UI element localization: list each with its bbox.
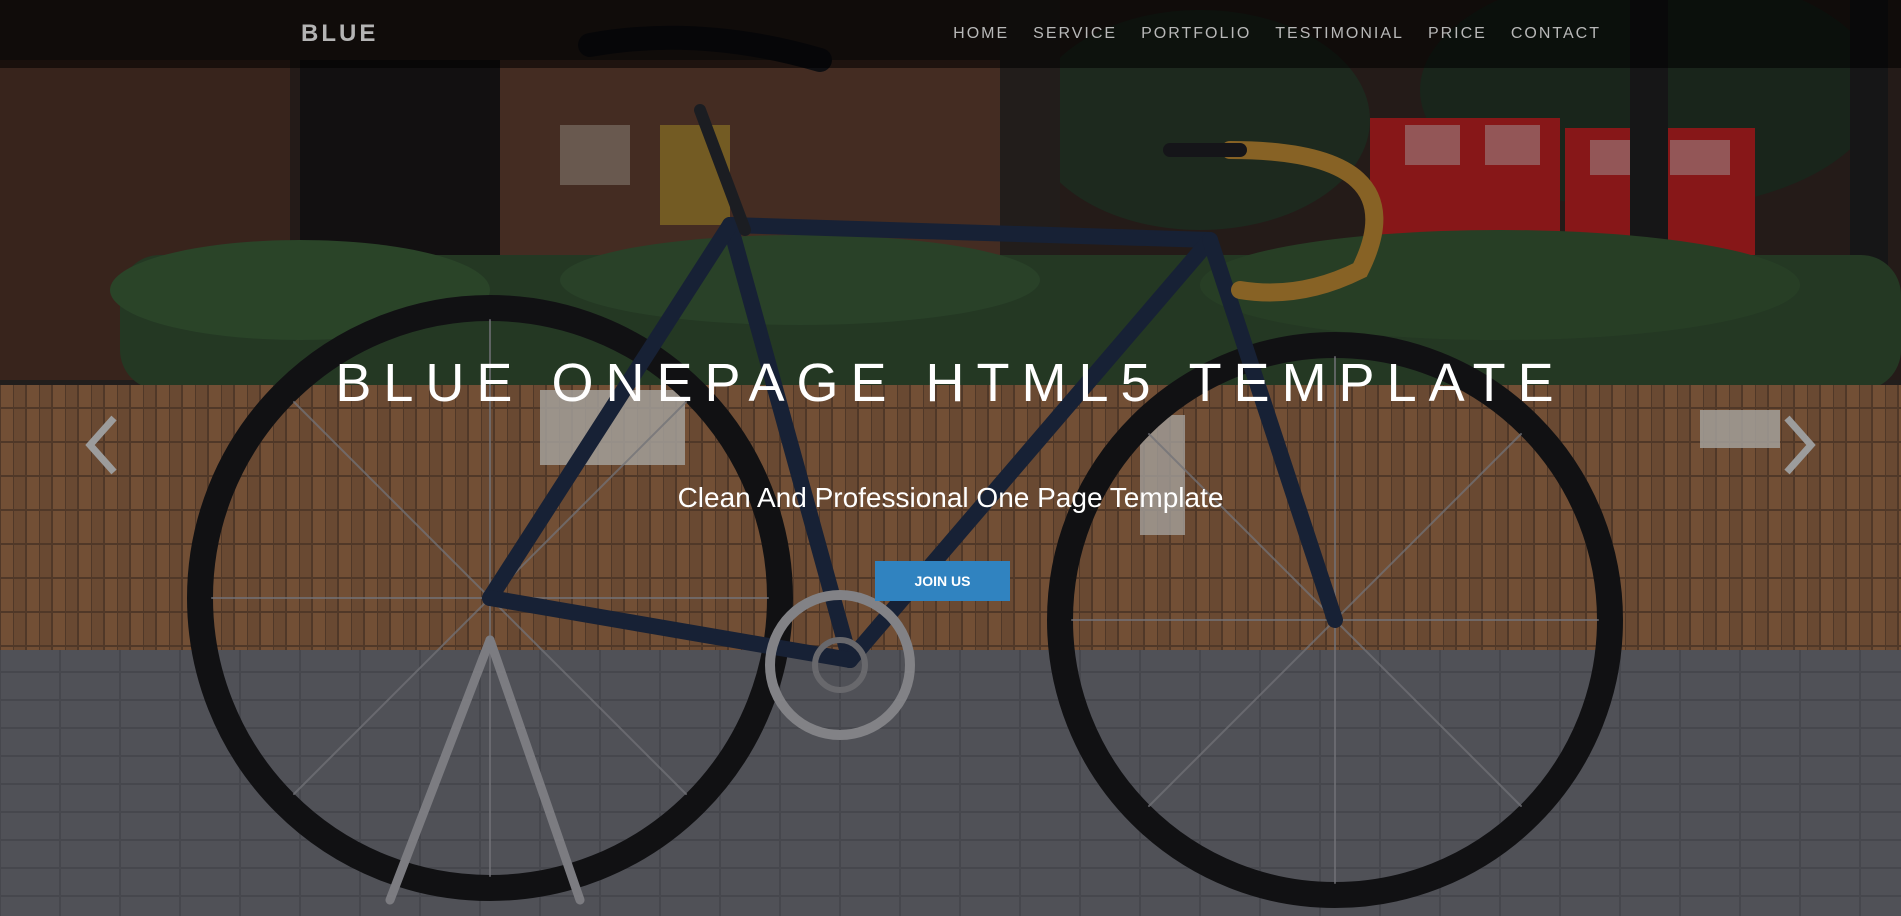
join-us-button[interactable]: JOIN US <box>875 561 1010 601</box>
hero-subtitle: Clean And Professional One Page Template <box>677 482 1224 513</box>
chevron-right-icon <box>1784 415 1816 475</box>
nav-link-portfolio[interactable]: PORTFOLIO <box>1141 25 1251 42</box>
nav-item-testimonial: TESTIMONIAL <box>1275 25 1404 43</box>
chevron-left-icon <box>85 415 117 475</box>
nav-item-home: HOME <box>953 25 1009 43</box>
nav-link-service[interactable]: SERVICE <box>1033 25 1117 42</box>
nav-link-home[interactable]: HOME <box>953 25 1009 42</box>
hero-section: BLUE HOME SERVICE PORTFOLIO TESTIMONIAL … <box>0 0 1901 916</box>
nav-item-portfolio: PORTFOLIO <box>1141 25 1251 43</box>
nav-menu: HOME SERVICE PORTFOLIO TESTIMONIAL PRICE… <box>929 0 1601 68</box>
hero-content: BLUE ONEPAGE HTML5 TEMPLATE Clean And Pr… <box>0 0 1901 916</box>
nav-link-testimonial[interactable]: TESTIMONIAL <box>1275 25 1404 42</box>
nav-item-service: SERVICE <box>1033 25 1117 43</box>
nav-link-price[interactable]: PRICE <box>1428 25 1487 42</box>
carousel-prev-button[interactable] <box>82 410 122 480</box>
top-navbar: BLUE HOME SERVICE PORTFOLIO TESTIMONIAL … <box>0 0 1901 68</box>
carousel-next-button[interactable] <box>1779 410 1819 480</box>
nav-item-contact: CONTACT <box>1511 25 1601 43</box>
nav-item-price: PRICE <box>1428 25 1487 43</box>
nav-link-contact[interactable]: CONTACT <box>1511 25 1601 42</box>
hero-title: BLUE ONEPAGE HTML5 TEMPLATE <box>335 353 1566 413</box>
brand-logo[interactable]: BLUE <box>301 20 378 48</box>
